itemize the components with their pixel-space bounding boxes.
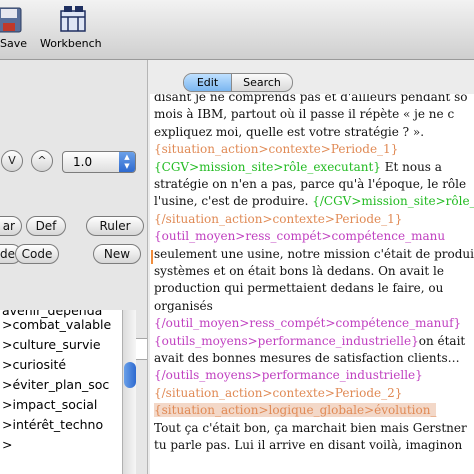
stepper-arrows-icon: ▲ ▼: [119, 152, 135, 172]
transcript-line: stratégie on n'en a pas, parce qu'à l'ép…: [154, 177, 466, 191]
transcript-line: {/outils_moyens>performance_industrielle…: [154, 368, 423, 382]
code-tag: {situation_action>logique_globale>évolut…: [154, 403, 437, 418]
transcript-text: production qui permettaient dedans le fa…: [154, 281, 444, 296]
transcript-line: {/situation_action>contexte>Periode_2}: [154, 386, 402, 400]
transcript-line: production qui permettaient dedans le fa…: [154, 281, 443, 295]
zoom-value: 1.0: [73, 155, 93, 169]
def-button[interactable]: Def: [26, 216, 66, 236]
transcript-text: Tout ça c'était bon, ça marchait bien ma…: [154, 420, 467, 435]
transcript-text: tu parle pas. Lui il arrive en disant vo…: [154, 438, 463, 452]
list-item[interactable]: >éviter_plan_soc: [2, 377, 109, 392]
tab-edit[interactable]: Edit: [184, 74, 232, 91]
scrollbar-thumb[interactable]: [124, 362, 136, 388]
save-label: Save: [0, 37, 28, 50]
list-item[interactable]: >impact_social: [2, 397, 97, 412]
transcript-text: disant je ne comprends pas et d'ailleurs…: [154, 94, 468, 104]
ruler-button[interactable]: Ruler: [86, 216, 144, 236]
transcript-line: {situation_action>logique_globale>évolut…: [154, 403, 437, 418]
workbench-icon: [60, 6, 86, 32]
code-list-scrollbar[interactable]: [122, 310, 136, 474]
code-tag: {/situation_action>contexte>Periode_1}: [154, 211, 403, 226]
main-toolbar: Save Workbench: [0, 0, 474, 60]
code-tag: {/outils_moyens>performance_industrielle…: [154, 368, 423, 383]
new-button[interactable]: New: [93, 244, 141, 264]
code-tag: {CGV>mission_site>rôle_executant}: [154, 159, 381, 174]
tab-search[interactable]: Search: [232, 74, 292, 91]
code-tag: {outil_moyen>ress_compét>compétence_manu: [154, 229, 446, 244]
workbench-button[interactable]: Workbench: [40, 0, 110, 58]
transcript-text: Et nous a: [380, 159, 442, 174]
code-tag: {/CGV>mission_site>rôle_e: [312, 194, 474, 209]
transcript-text: organisés: [154, 298, 213, 313]
transcript-line: expliquez moi, quelle est votre stratégi…: [154, 125, 424, 139]
transcript-line: {outils_moyens>performance_industrielle}…: [154, 334, 465, 348]
transcript-line: organisés: [154, 299, 213, 313]
transcript-line: {CGV>mission_site>rôle_executant} Et nou…: [154, 160, 442, 174]
save-icon: [0, 7, 22, 33]
text-caret: [151, 250, 153, 264]
transcript-text: seulement une usine, notre mission c'éta…: [154, 246, 474, 261]
clear-button[interactable]: ar: [0, 216, 22, 236]
transcript-line: {situation_action>contexte>Periode_1}: [154, 142, 398, 156]
transcript-line: l'usine, c'est de produire. {/CGV>missio…: [154, 194, 474, 208]
transcript-line: Tout ça c'était bon, ça marchait bien ma…: [154, 421, 467, 435]
transcript-text: stratégie on n'en a pas, parce qu'à l'ép…: [154, 177, 467, 191]
transcript-line: systèmes et on était bons là dedans. On …: [154, 264, 444, 278]
code-button[interactable]: Code: [15, 244, 59, 264]
transcript-text: on était: [418, 333, 466, 348]
code-tag: {/situation_action>contexte>Periode_2}: [154, 385, 403, 400]
list-item[interactable]: >intérêt_techno: [2, 417, 103, 432]
transcript-line: {/situation_action>contexte>Periode_1}: [154, 212, 402, 226]
transcript-text-area[interactable]: disant je ne comprends pas et d'ailleurs…: [150, 94, 474, 474]
zoom-select[interactable]: 1.0 ▲ ▼: [62, 151, 136, 173]
code-tag: {/outil_moyen>ress_compét>compétence_man…: [154, 316, 462, 331]
transcript-line: avait des bonnes mesures de satisfaction…: [154, 351, 460, 365]
move-down-button[interactable]: V: [1, 150, 23, 172]
transcript-text: systèmes et on était bons là dedans. On …: [154, 264, 444, 278]
transcript-line: mois à IBM, partout où il passe il répèt…: [154, 107, 454, 121]
transcript-line: seulement une usine, notre mission c'éta…: [154, 247, 474, 261]
transcript-line: {/outil_moyen>ress_compét>compétence_man…: [154, 316, 461, 330]
transcript-line: tu parle pas. Lui il arrive en disant vo…: [154, 438, 462, 452]
workbench-label: Workbench: [40, 37, 102, 50]
code-list[interactable]: avenir_dependa >combat_valable >culture_…: [0, 310, 122, 474]
code-tag: {situation_action>contexte>Periode_1}: [154, 142, 399, 157]
transcript-text: expliquez moi, quelle est votre stratégi…: [154, 124, 425, 139]
transcript-line: {outil_moyen>ress_compét>compétence_manu: [154, 229, 445, 243]
code-tag: {outils_moyens>performance_industrielle}: [154, 333, 419, 348]
transcript-line: disant je ne comprends pas et d'ailleurs…: [154, 94, 468, 104]
save-button[interactable]: Save: [0, 0, 36, 58]
move-up-button[interactable]: ^: [31, 150, 53, 172]
mode-segmented-control: Edit Search: [183, 73, 293, 92]
transcript-text: mois à IBM, partout où il passe il répèt…: [154, 107, 455, 122]
editor-pane: Edit Search disant je ne comprends pas e…: [148, 60, 474, 474]
list-item[interactable]: >curiosité: [2, 357, 66, 372]
list-item[interactable]: >combat_valable: [2, 317, 111, 332]
list-item[interactable]: >: [2, 437, 12, 452]
transcript-text: avait des bonnes mesures de satisfaction…: [154, 351, 460, 365]
transcript-text: l'usine, c'est de produire.: [154, 194, 313, 209]
list-item[interactable]: >culture_survie: [2, 337, 101, 352]
